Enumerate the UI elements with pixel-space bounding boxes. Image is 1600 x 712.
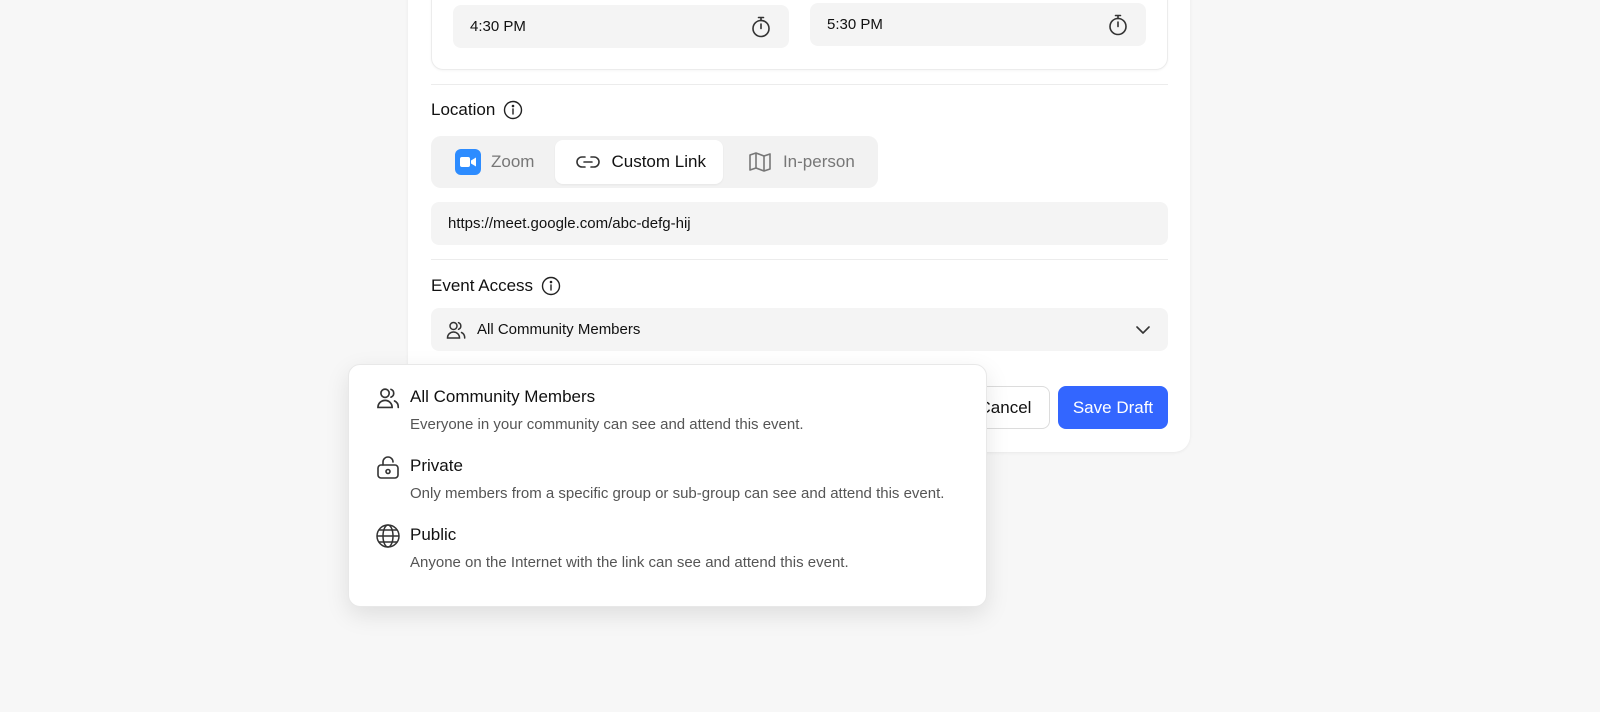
event-access-value: All Community Members [477,321,641,338]
custom-link-input[interactable]: https://meet.google.com/abc-defg-hij [431,202,1168,245]
stopwatch-icon[interactable] [1106,13,1130,37]
end-time-value: 5:30 PM [827,16,883,33]
start-time-field[interactable]: 4:30 PM [453,5,789,48]
tab-zoom-label: Zoom [491,152,535,171]
chevron-down-icon [1132,319,1154,341]
tab-in-person-label: In-person [782,152,855,171]
option-description: Only members from a specific group or su… [410,485,945,502]
option-title: Public [410,525,457,544]
lock-icon [375,454,401,480]
users-icon [375,385,401,411]
stopwatch-icon[interactable] [749,15,773,39]
custom-link-value: https://meet.google.com/abc-defg-hij [448,215,691,232]
divider [431,84,1168,85]
zoom-icon [455,149,481,175]
event-access-select[interactable]: All Community Members [431,308,1168,351]
event-access-heading: Event Access [431,276,561,296]
tab-in-person[interactable]: In-person [727,140,872,184]
access-option-public[interactable]: Public Anyone on the Internet with the l… [375,523,986,572]
tab-zoom[interactable]: Zoom [435,140,551,184]
save-draft-button[interactable]: Save Draft [1058,386,1168,429]
divider [431,259,1168,260]
globe-icon [375,523,401,549]
option-title: All Community Members [410,387,596,406]
access-option-all-members[interactable]: All Community Members Everyone in your c… [375,385,986,434]
location-type-selector: Zoom Custom Link In-person [431,136,878,188]
access-option-private[interactable]: Private Only members from a specific gro… [375,454,986,503]
option-title: Private [410,456,463,475]
start-time-value: 4:30 PM [470,18,526,35]
tab-custom-link-label: Custom Link [611,152,706,171]
location-heading: Location [431,100,523,120]
location-label: Location [431,100,496,119]
end-time-field[interactable]: 5:30 PM [810,3,1146,46]
users-icon [445,319,467,341]
tab-custom-link[interactable]: Custom Link [555,140,723,184]
event-access-dropdown: All Community Members Everyone in your c… [348,364,987,607]
info-icon[interactable] [503,100,523,120]
event-access-label: Event Access [431,276,534,295]
option-description: Anyone on the Internet with the link can… [410,554,849,571]
link-icon [575,149,601,175]
map-icon [747,149,773,175]
option-description: Everyone in your community can see and a… [410,416,804,433]
info-icon[interactable] [541,276,561,296]
